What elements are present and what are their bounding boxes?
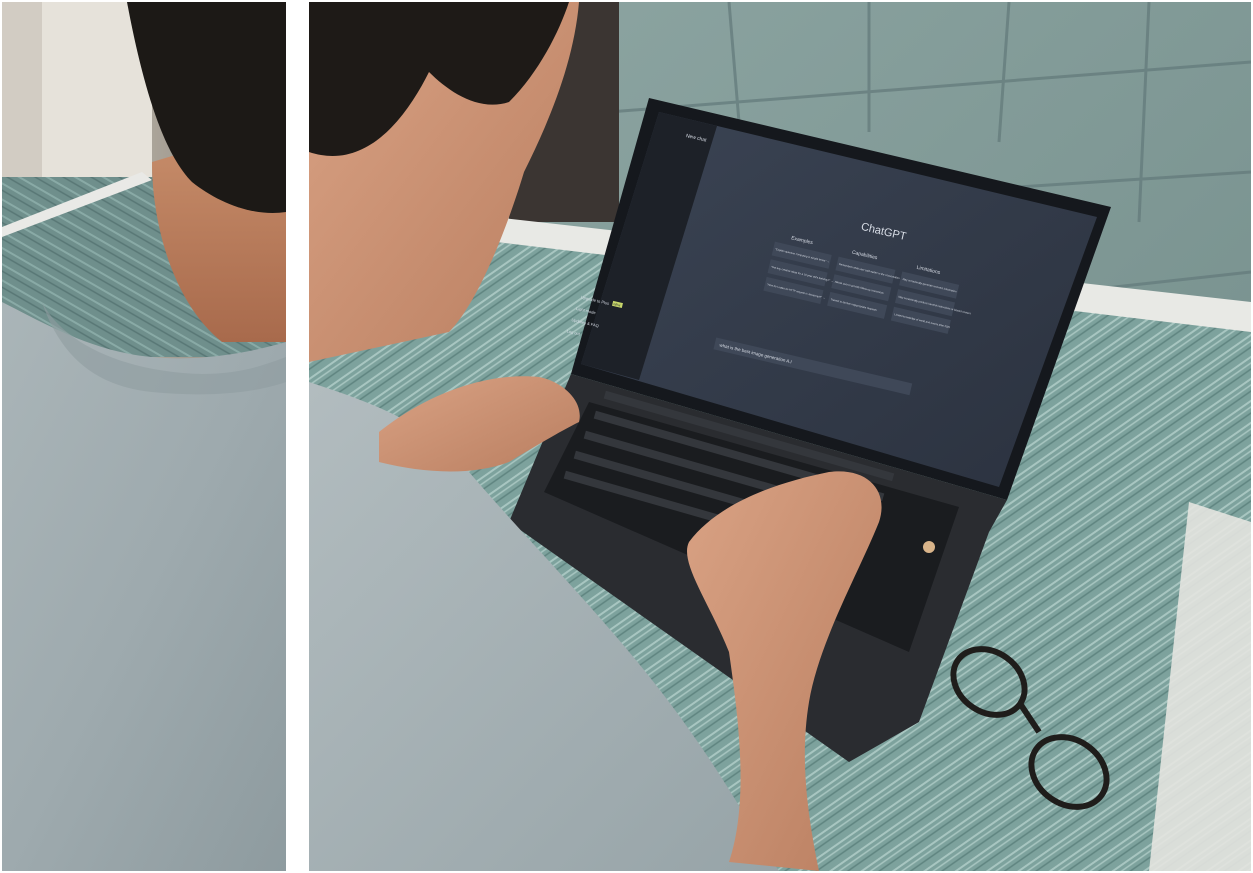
right-photo: New chat Upgrade to Plus Light mode Upda…: [309, 2, 1251, 871]
photo-collage: New chat Upgrade to Plus Light mode Upda…: [0, 0, 1253, 873]
left-photo-panel: [2, 2, 286, 871]
left-photo: [2, 2, 286, 871]
right-photo-panel: New chat Upgrade to Plus Light mode Upda…: [309, 2, 1251, 871]
